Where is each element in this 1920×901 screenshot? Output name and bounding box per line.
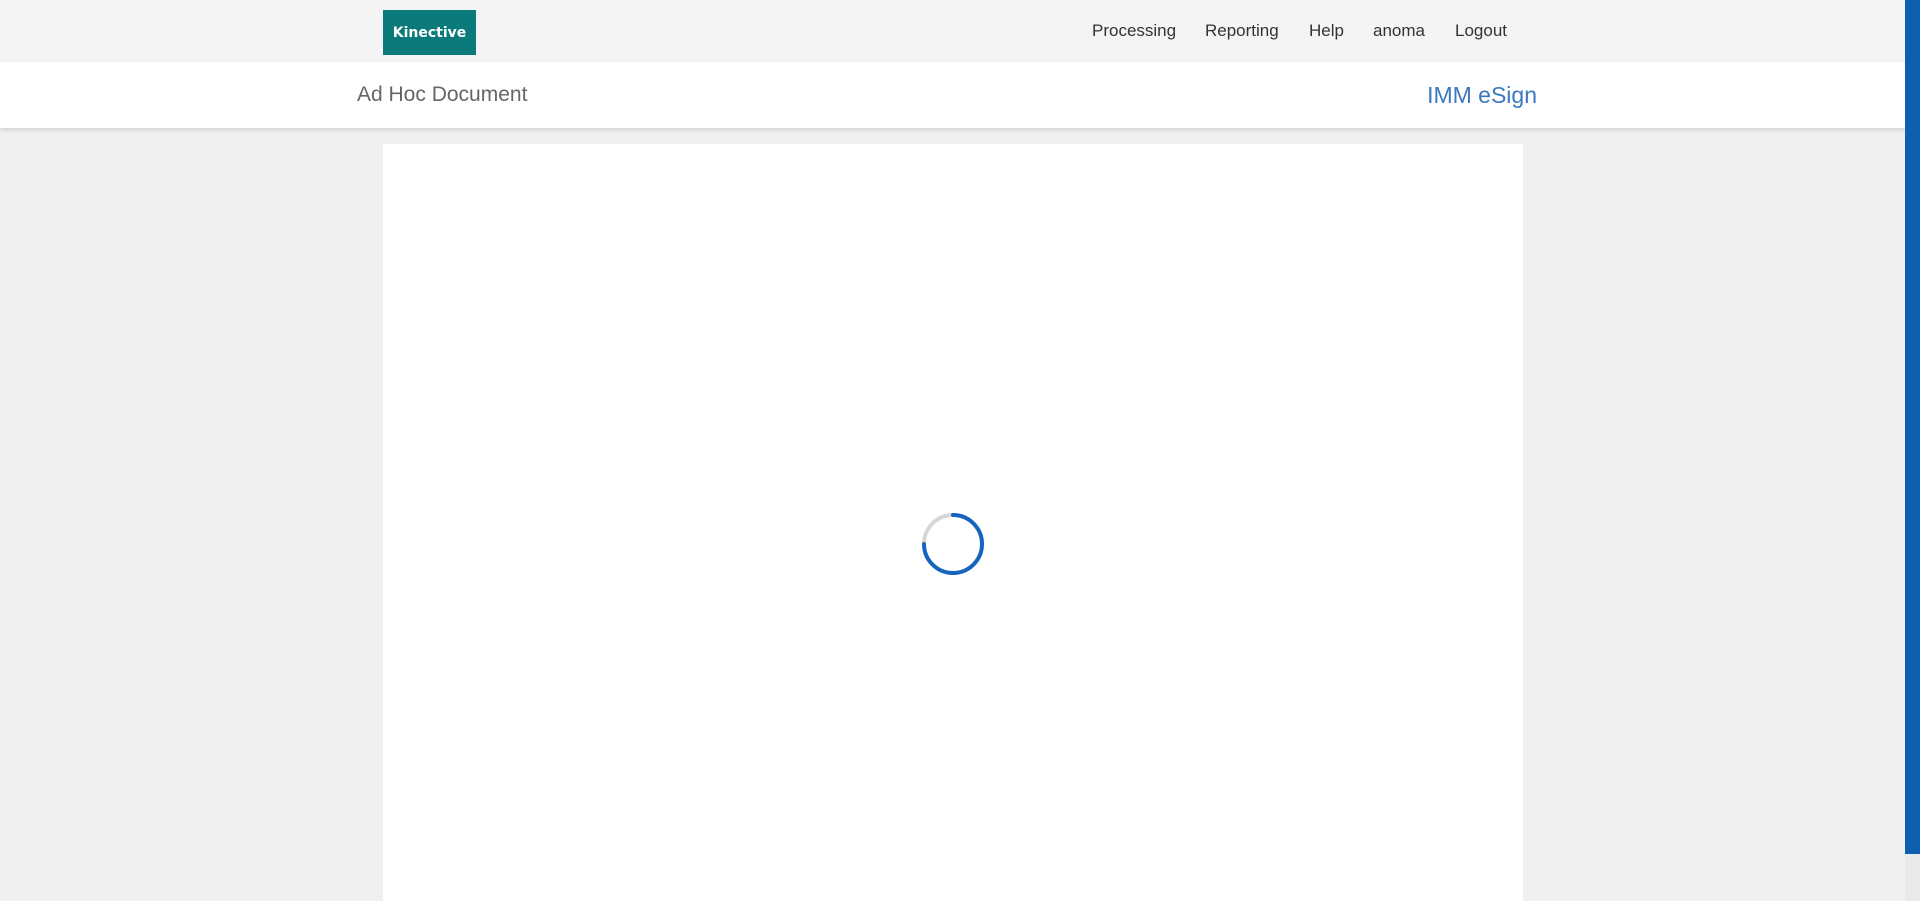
nav-logout[interactable]: Logout xyxy=(1455,0,1507,62)
page-title: Ad Hoc Document xyxy=(357,83,528,106)
kinective-logo[interactable]: Kinective xyxy=(383,10,476,55)
loading-spinner-icon xyxy=(922,513,984,575)
nav-user-account[interactable]: anoma xyxy=(1373,0,1425,62)
page-content: Kinective Processing Reporting Help anom… xyxy=(0,0,1905,901)
nav-reporting[interactable]: Reporting xyxy=(1205,0,1279,62)
page-subheader: Ad Hoc Document IMM eSign xyxy=(0,62,1905,128)
browser-viewport: Kinective Processing Reporting Help anom… xyxy=(0,0,1920,901)
document-panel xyxy=(383,144,1523,901)
top-navigation-bar: Kinective Processing Reporting Help anom… xyxy=(0,0,1905,62)
scrollbar-thumb[interactable] xyxy=(1905,0,1920,854)
page-scrollbar[interactable] xyxy=(1905,0,1920,901)
nav-processing[interactable]: Processing xyxy=(1092,0,1176,62)
nav-help[interactable]: Help xyxy=(1309,0,1344,62)
app-name: IMM eSign xyxy=(1427,81,1537,108)
